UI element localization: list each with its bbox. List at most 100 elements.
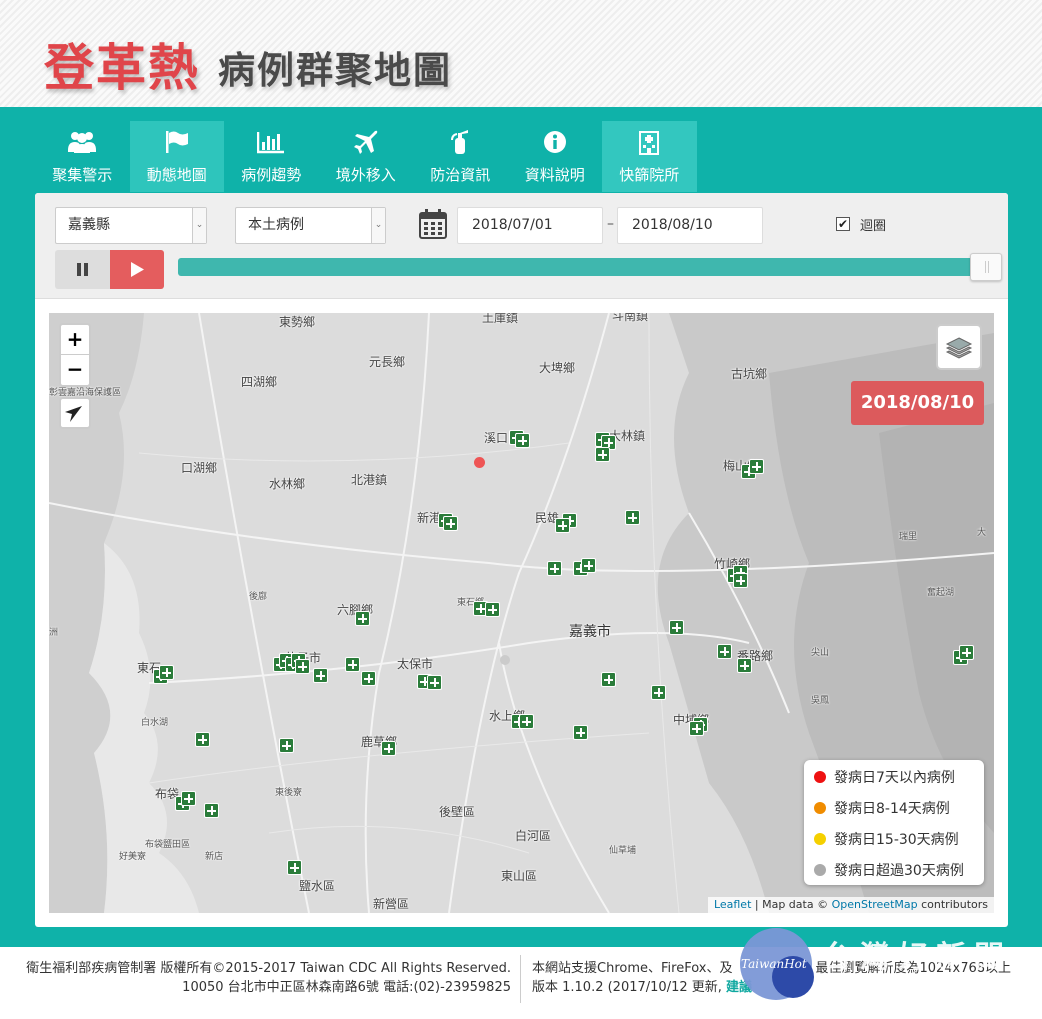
- tab-prevention[interactable]: 防治資訊: [413, 121, 508, 192]
- legend-dot: [814, 864, 826, 876]
- play-button[interactable]: [110, 250, 164, 289]
- case-cluster-marker[interactable]: [427, 675, 442, 690]
- watermark-text: TaiwanHot: [741, 957, 807, 971]
- end-date-input[interactable]: 2018/08/10: [617, 207, 763, 244]
- place-label: 東後寮: [275, 788, 303, 798]
- tab-rapid-test-clinics[interactable]: 快篩院所: [602, 121, 697, 192]
- case-cluster-marker[interactable]: [181, 791, 196, 806]
- case-type-select-value: 本土病例: [248, 217, 304, 233]
- case-cluster-marker[interactable]: [581, 558, 596, 573]
- place-label: 後廍: [249, 592, 268, 602]
- place-label: 大: [977, 528, 987, 538]
- legend-dot: [814, 771, 826, 783]
- osm-link[interactable]: OpenStreetMap: [832, 898, 918, 911]
- fire-extinguisher-icon: [413, 129, 508, 155]
- case-cluster-marker[interactable]: [547, 561, 562, 576]
- case-cluster-marker[interactable]: [669, 620, 684, 635]
- recent-case-dot[interactable]: [474, 457, 485, 468]
- calendar-icon[interactable]: [419, 209, 447, 239]
- case-cluster-marker[interactable]: [159, 665, 174, 680]
- zoom-out-button[interactable]: −: [61, 355, 89, 385]
- page-header: 登革熱 病例群聚地圖: [0, 0, 1042, 107]
- case-cluster-marker[interactable]: [625, 510, 640, 525]
- case-cluster-marker[interactable]: [737, 658, 752, 673]
- place-label: 尖山: [811, 648, 830, 658]
- place-label: 斗南鎮: [612, 313, 649, 323]
- place-label: 土庫鎮: [482, 313, 519, 325]
- case-cluster-marker[interactable]: [717, 644, 732, 659]
- pause-icon: [77, 263, 88, 276]
- start-date-input[interactable]: 2018/07/01: [457, 207, 603, 244]
- case-type-select[interactable]: 本土病例 ⌄: [235, 207, 386, 244]
- locate-button[interactable]: [59, 397, 91, 429]
- watermark-big-text: 台灣好新聞: [822, 940, 1012, 975]
- play-icon: [131, 262, 144, 277]
- tab-case-trend[interactable]: 病例趨勢: [224, 121, 319, 192]
- case-cluster-marker[interactable]: [595, 447, 610, 462]
- place-label: 東勢鄉: [279, 315, 316, 329]
- leaflet-link[interactable]: Leaflet: [714, 898, 751, 911]
- case-cluster-marker[interactable]: [345, 657, 360, 672]
- tab-label: 快篩院所: [619, 166, 680, 184]
- timeline-slider[interactable]: [178, 258, 998, 276]
- footer-divider: [520, 955, 521, 1003]
- loop-checkbox[interactable]: ✔: [836, 217, 850, 231]
- case-cluster-marker[interactable]: [555, 518, 570, 533]
- place-label: 水林鄉: [269, 477, 306, 491]
- timeline-slider-handle[interactable]: [970, 253, 1002, 281]
- layers-button[interactable]: [936, 324, 982, 370]
- tab-label: 病例趨勢: [241, 166, 302, 184]
- case-cluster-marker[interactable]: [601, 672, 616, 687]
- tab-dynamic-map[interactable]: 動態地圖: [129, 121, 224, 192]
- tab-label: 動態地圖: [146, 166, 207, 184]
- place-label: 仙草埔: [609, 846, 637, 856]
- case-cluster-marker[interactable]: [443, 516, 458, 531]
- case-cluster-marker[interactable]: [279, 738, 294, 753]
- place-label: 後壁區: [439, 805, 476, 819]
- zoom-control: + −: [59, 323, 91, 387]
- tab-label: 境外移入: [335, 166, 396, 184]
- case-cluster-marker[interactable]: [287, 860, 302, 875]
- legend-dot: [814, 833, 826, 845]
- case-cluster-marker[interactable]: [749, 459, 764, 474]
- case-cluster-marker[interactable]: [485, 602, 500, 617]
- footer-line: 衛生福利部疾病管制署 版權所有©2015-2017 Taiwan CDC All…: [26, 961, 511, 976]
- case-cluster-marker[interactable]: [195, 732, 210, 747]
- map-view[interactable]: 東勢鄉土庫鎮斗南鎮元長鄉大埤鄉古坑鄉四湖鄉彰雲嘉沿海保護區溪口大林鎮梅山鄉口湖鄉…: [49, 313, 994, 913]
- case-cluster-marker[interactable]: [519, 714, 534, 729]
- case-cluster-marker[interactable]: [689, 721, 704, 736]
- case-cluster-marker[interactable]: [651, 685, 666, 700]
- footer-browser-note: 本網站支援Chrome、FireFox、及: [532, 961, 733, 976]
- map-legend: 發病日7天以內病例 發病日8-14天病例 發病日15-30天病例 發病日超過30…: [804, 760, 984, 885]
- case-cluster-marker[interactable]: [381, 741, 396, 756]
- county-select-value: 嘉義縣: [68, 217, 110, 233]
- current-date-badge: 2018/08/10: [851, 381, 984, 425]
- tab-imported[interactable]: 境外移入: [319, 121, 414, 192]
- users-icon: [35, 129, 130, 155]
- place-label: 四湖鄉: [241, 375, 278, 389]
- case-cluster-marker[interactable]: [295, 659, 310, 674]
- case-cluster-marker[interactable]: [313, 668, 328, 683]
- place-label: 嘉義市: [569, 624, 611, 640]
- case-cluster-marker[interactable]: [959, 645, 974, 660]
- tab-label: 防治資訊: [430, 166, 491, 184]
- tab-data-info[interactable]: 資料說明: [508, 121, 603, 192]
- tab-cluster-alert[interactable]: 聚集警示: [35, 121, 130, 192]
- place-label: 溪口: [484, 431, 509, 445]
- attribution-sep: | Map data ©: [751, 898, 832, 911]
- case-cluster-marker[interactable]: [733, 573, 748, 588]
- pause-button[interactable]: [55, 250, 110, 289]
- zoom-in-button[interactable]: +: [61, 325, 89, 355]
- case-cluster-marker[interactable]: [515, 433, 530, 448]
- tab-label: 資料說明: [524, 166, 585, 184]
- case-cluster-marker[interactable]: [573, 725, 588, 740]
- case-cluster-marker[interactable]: [355, 611, 370, 626]
- county-select[interactable]: 嘉義縣 ⌄: [55, 207, 207, 244]
- case-cluster-marker[interactable]: [204, 803, 219, 818]
- legend-label: 發病日7天以內病例: [834, 770, 955, 786]
- legend-item: 發病日8-14天病例: [814, 798, 950, 818]
- case-cluster-marker[interactable]: [361, 671, 376, 686]
- place-label: 奮起湖: [927, 588, 955, 598]
- place-label: 東山區: [501, 869, 538, 883]
- legend-item: 發病日15-30天病例: [814, 829, 959, 849]
